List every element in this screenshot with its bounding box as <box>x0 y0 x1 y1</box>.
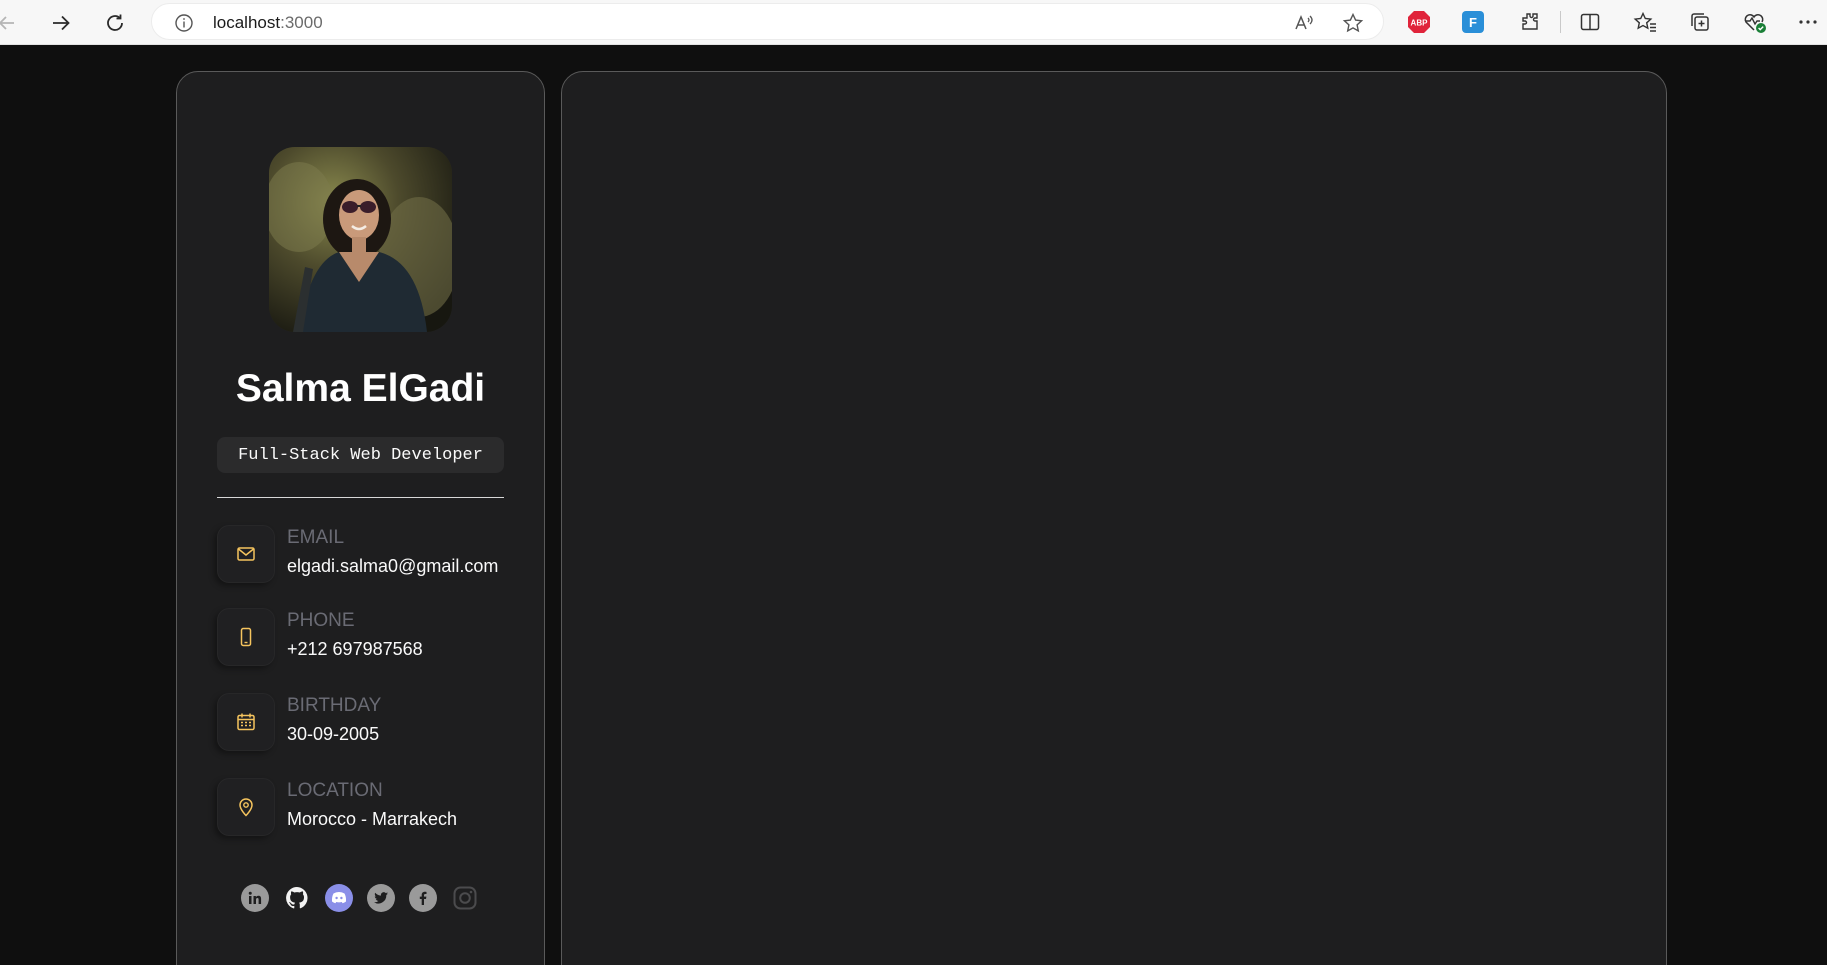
adblock-extension-icon[interactable]: ABP <box>1406 9 1432 35</box>
url-text[interactable]: localhost:3000 <box>213 13 323 33</box>
contact-icon-box <box>217 525 275 583</box>
toolbar-divider <box>1560 11 1561 33</box>
contact-label: LOCATION <box>287 780 383 801</box>
favorites-icon[interactable] <box>1632 9 1658 35</box>
github-icon[interactable] <box>283 884 311 912</box>
svg-text:ABP: ABP <box>1411 19 1429 28</box>
location-value: Morocco - Marrakech <box>287 809 458 829</box>
birthday-value: 30-09-2005 <box>287 724 380 744</box>
profile-name: Salma ElGadi <box>235 367 486 410</box>
split-screen-icon[interactable] <box>1577 9 1603 35</box>
extensions-puzzle-icon[interactable] <box>1517 9 1543 35</box>
profile-photo <box>269 147 452 332</box>
back-arrow-icon <box>0 16 14 30</box>
instagram-icon[interactable] <box>451 884 479 912</box>
avatar <box>269 147 452 332</box>
location-pin-icon <box>239 798 253 817</box>
phone-link[interactable]: +212 697987568 <box>287 639 423 660</box>
profile-title-badge: Full-Stack Web Developer <box>217 437 504 473</box>
phone-icon <box>240 627 252 647</box>
refresh-button[interactable] <box>100 8 130 38</box>
contact-label: PHONE <box>287 610 355 631</box>
forward-arrow-icon <box>53 15 70 31</box>
contact-item-email: EMAIL elgadi.salma0@gmail.com <box>217 525 517 583</box>
forward-button[interactable] <box>46 8 76 38</box>
back-button[interactable] <box>0 8 22 38</box>
favorite-star-icon[interactable] <box>1342 12 1364 34</box>
calendar-icon <box>237 713 255 731</box>
profile-sidebar: Salma ElGadi Full-Stack Web Developer EM… <box>176 71 545 965</box>
contact-label: EMAIL <box>287 527 345 548</box>
contact-icon-box <box>217 778 275 836</box>
svg-text:F: F <box>1469 15 1477 30</box>
site-info-icon[interactable] <box>174 13 194 38</box>
browser-toolbar: localhost:3000 ABP F <box>0 0 1827 45</box>
browser-essentials-icon[interactable] <box>1742 9 1768 35</box>
mail-icon <box>237 547 255 561</box>
more-options-icon[interactable] <box>1795 9 1821 35</box>
collections-icon[interactable] <box>1687 9 1713 35</box>
contact-icon-box <box>217 608 275 666</box>
address-bar[interactable]: localhost:3000 <box>151 3 1384 40</box>
social-links <box>241 884 481 912</box>
contact-item-birthday: BIRTHDAY 30-09-2005 <box>217 693 517 751</box>
contact-icon-box <box>217 693 275 751</box>
linkedin-icon[interactable] <box>241 884 269 912</box>
translate-extension-icon[interactable]: F <box>1460 9 1486 35</box>
email-link[interactable]: elgadi.salma0@gmail.com <box>287 556 498 577</box>
discord-icon[interactable] <box>325 884 353 912</box>
contact-label: BIRTHDAY <box>287 695 382 716</box>
main-content-panel <box>561 71 1667 965</box>
contact-item-phone: PHONE +212 697987568 <box>217 608 517 666</box>
contact-item-location: LOCATION Morocco - Marrakech <box>217 778 517 836</box>
sidebar-divider <box>217 497 504 498</box>
refresh-icon <box>107 14 123 31</box>
facebook-icon[interactable] <box>409 884 437 912</box>
twitter-icon[interactable] <box>367 884 395 912</box>
read-aloud-icon[interactable] <box>1293 12 1315 34</box>
